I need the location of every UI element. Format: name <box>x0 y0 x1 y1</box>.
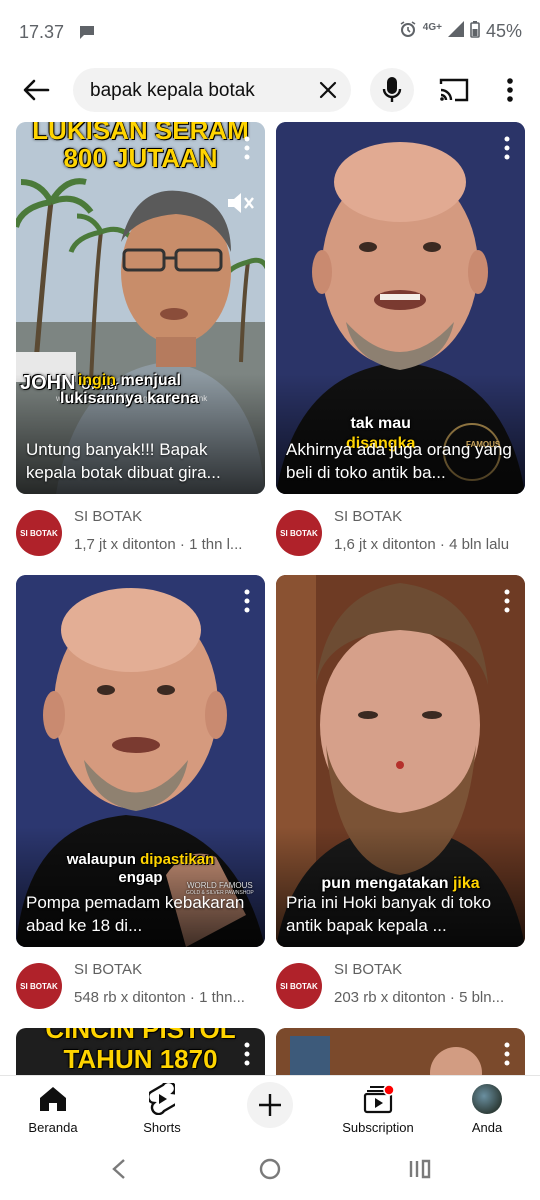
caption-text: menjual <box>116 372 181 389</box>
channel-name[interactable]: SI BOTAK <box>334 961 402 978</box>
video-stats: 203 rb x ditonton · 5 bln... <box>334 989 505 1006</box>
cast-icon <box>439 78 469 102</box>
caption-line: LUKISAN SERAM <box>32 122 249 145</box>
more-vertical-icon[interactable] <box>243 1042 251 1066</box>
back-arrow-icon <box>23 79 50 101</box>
system-navigation-bar <box>0 1141 540 1200</box>
system-back-button[interactable] <box>110 1157 128 1186</box>
video-thumbnail[interactable]: LUKISAN SERAM 800 JUTAAN JOHN Owner want… <box>16 122 265 494</box>
caption-text: lukisannya karena <box>60 390 199 407</box>
microphone-icon <box>382 77 402 102</box>
channel-avatar[interactable]: SI BOTAK <box>16 510 62 556</box>
video-thumbnail[interactable]: CINCIN PISTOL TAHUN 1870 <box>16 1028 265 1075</box>
channel-avatar[interactable]: SI BOTAK <box>276 963 322 1009</box>
caption-text: CINCIN PISTOL <box>45 1028 236 1044</box>
nav-home[interactable]: Beranda <box>8 1082 98 1135</box>
chat-notification-icon <box>78 24 96 45</box>
circle-home-icon <box>259 1158 281 1180</box>
voice-search-button[interactable] <box>370 68 414 112</box>
channel-avatar[interactable]: SI BOTAK <box>16 963 62 1009</box>
caption-line: 800 JUTAAN <box>63 143 218 173</box>
video-thumbnail[interactable]: tak mau disangka FAMOUS Akhirnya ada jug… <box>276 122 525 494</box>
thumbnail-caption-top: LUKISAN SERAM 800 JUTAAN <box>16 122 265 172</box>
nav-label: Shorts <box>143 1120 181 1135</box>
caption-highlight: jika <box>452 875 480 892</box>
nav-label: Beranda <box>28 1120 78 1135</box>
nav-label: Subscription <box>342 1120 414 1135</box>
bottom-navigation: Beranda Shorts Subscription Anda <box>0 1075 540 1141</box>
thumbnail-caption: ingin menjual lukisannya karena <box>60 372 199 408</box>
video-card[interactable]: CINCIN PISTOL TAHUN 1870 <box>16 1028 265 1075</box>
more-vertical-icon[interactable] <box>503 136 511 160</box>
video-stats: 548 rb x ditonton · 1 thn... <box>74 989 245 1006</box>
video-title[interactable]: Pria ini Hoki banyak di toko antik bapak… <box>286 891 515 937</box>
clear-search-button[interactable] <box>317 79 339 101</box>
recents-icon <box>409 1159 431 1179</box>
video-stats: 1,6 jt x ditonton · 4 bln lalu <box>334 536 510 553</box>
video-title[interactable]: Pompa pemadam kebakaran abad ke 18 di... <box>26 891 255 937</box>
caption-text: walaupun <box>66 851 141 868</box>
status-time: 17.37 <box>19 22 65 42</box>
search-query[interactable]: bapak kepala botak <box>90 80 255 102</box>
chevron-left-icon <box>112 1159 125 1179</box>
video-meta: SI BOTAK SI BOTAK 548 rb x ditonton · 1 … <box>16 959 265 1015</box>
back-button[interactable] <box>18 74 54 106</box>
battery-icon <box>470 20 480 43</box>
search-input[interactable]: bapak kepala botak <box>73 68 351 112</box>
alarm-icon <box>399 20 417 43</box>
video-meta: SI BOTAK SI BOTAK 1,6 jt x ditonton · 4 … <box>276 506 525 562</box>
more-vertical-icon[interactable] <box>243 589 251 613</box>
video-meta: SI BOTAK SI BOTAK 1,7 jt x ditonton · 1 … <box>16 506 265 562</box>
system-home-button[interactable] <box>258 1157 282 1186</box>
video-thumbnail[interactable] <box>276 1028 525 1075</box>
video-meta: SI BOTAK SI BOTAK 203 rb x ditonton · 5 … <box>276 959 525 1015</box>
create-button[interactable] <box>247 1082 293 1128</box>
caption-highlight: dipastikan <box>140 851 215 868</box>
nav-subscriptions[interactable]: Subscription <box>333 1082 423 1135</box>
caption-highlight: ingin <box>77 372 117 389</box>
channel-name[interactable]: SI BOTAK <box>74 508 142 525</box>
plus-icon <box>259 1094 281 1116</box>
video-title[interactable]: Untung banyak!!! Bapak kepala botak dibu… <box>26 438 255 484</box>
user-avatar <box>472 1084 502 1114</box>
cast-button[interactable] <box>437 76 471 104</box>
caption-text: TAHUN 1870 <box>63 1044 218 1074</box>
channel-name[interactable]: SI BOTAK <box>74 961 142 978</box>
thumbnail-scene <box>276 1028 525 1075</box>
nav-shorts[interactable]: Shorts <box>117 1082 207 1135</box>
battery-percent: 45% <box>485 21 522 41</box>
close-icon <box>319 81 337 99</box>
thumbnail-caption: CINCIN PISTOL TAHUN 1870 <box>16 1028 265 1074</box>
video-thumbnail[interactable]: pun mengatakan jika Pria ini Hoki banyak… <box>276 575 525 947</box>
video-title[interactable]: Akhirnya ada juga orang yang beli di tok… <box>286 438 515 484</box>
nav-label: Anda <box>471 1120 503 1135</box>
logo-text: WORLD FAMOUS <box>186 881 253 890</box>
home-icon <box>40 1087 66 1111</box>
status-bar: 17.37 4G+ 45% <box>0 0 540 62</box>
caption-text: pun mengatakan <box>321 875 453 892</box>
video-thumbnail[interactable]: walaupun dipastikan engap WORLD FAMOUS G… <box>16 575 265 947</box>
channel-name[interactable]: SI BOTAK <box>334 508 402 525</box>
status-icons: 4G+ 45% <box>399 20 522 43</box>
more-options-button[interactable] <box>500 76 520 104</box>
video-card[interactable] <box>276 1028 525 1075</box>
signal-icon <box>447 21 464 42</box>
more-vertical-icon[interactable] <box>243 136 251 160</box>
video-stats: 1,7 jt x ditonton · 1 thn l... <box>74 536 243 553</box>
subscriptions-icon <box>363 1084 394 1114</box>
more-vertical-icon[interactable] <box>503 589 511 613</box>
more-vertical-icon[interactable] <box>503 1042 511 1066</box>
mute-icon[interactable] <box>226 190 254 221</box>
network-type: 4G+ <box>422 22 442 33</box>
system-recents-button[interactable] <box>408 1157 432 1186</box>
nav-you[interactable]: Anda <box>442 1082 532 1135</box>
caption-text: tak mau <box>350 415 411 432</box>
search-header: bapak kepala botak <box>0 62 540 118</box>
channel-avatar[interactable]: SI BOTAK <box>276 510 322 556</box>
more-vertical-icon <box>507 78 513 102</box>
shorts-icon <box>149 1083 175 1115</box>
